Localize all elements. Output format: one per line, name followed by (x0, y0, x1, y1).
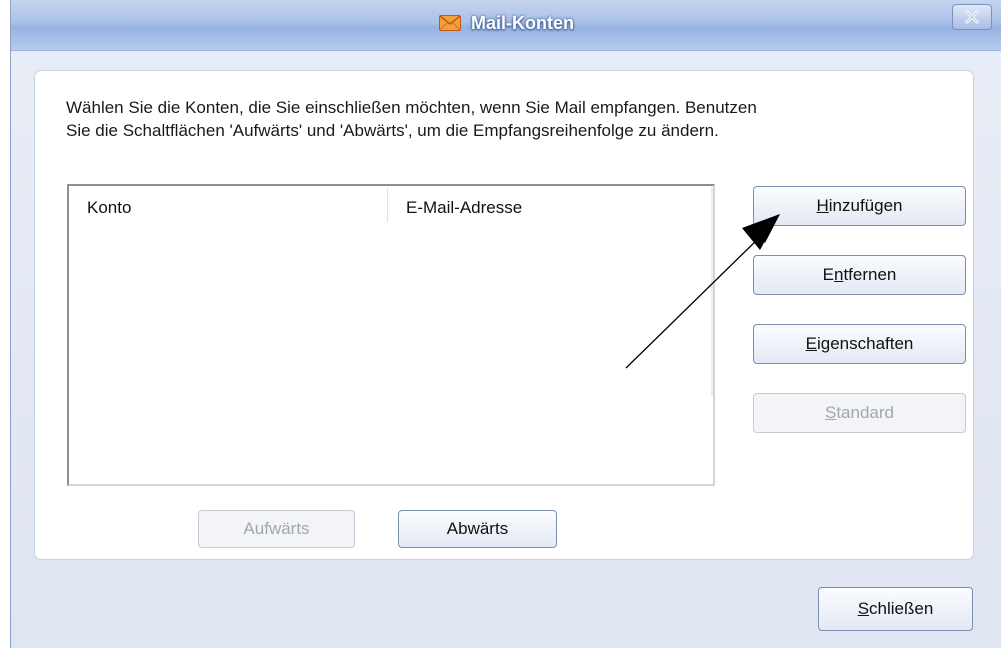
move-down-button-label: Abwärts (446, 519, 509, 538)
remove-button-label: Entfernen (822, 265, 897, 284)
add-button-label: Hinzufügen (816, 196, 903, 215)
accounts-list[interactable]: Konto E-Mail-Adresse (67, 184, 715, 486)
window-title-text: Mail-Konten (471, 13, 574, 33)
add-button[interactable]: Hinzufügen (753, 186, 966, 226)
move-up-button[interactable]: Aufwärts (198, 510, 355, 548)
close-icon (965, 10, 979, 24)
title-bar: Mail-Konten (11, 0, 1001, 51)
column-divider[interactable] (387, 188, 388, 222)
window-title: Mail-Konten (11, 13, 1001, 34)
remove-button[interactable]: Entfernen (753, 255, 966, 295)
instruction-line-2: Sie die Schaltflächen 'Aufwärts' und 'Ab… (66, 121, 719, 140)
instruction-line-1: Wählen Sie die Konten, die Sie einschlie… (66, 98, 757, 117)
move-up-button-label: Aufwärts (243, 519, 310, 538)
close-button-label: Schließen (857, 599, 934, 618)
content-panel: Wählen Sie die Konten, die Sie einschlie… (34, 70, 974, 560)
default-button[interactable]: Standard (753, 393, 966, 433)
default-button-label: Standard (824, 403, 894, 422)
properties-button[interactable]: Eigenschaften (753, 324, 966, 364)
column-header-email[interactable]: E-Mail-Adresse (406, 198, 522, 218)
close-window-button[interactable] (952, 4, 992, 30)
column-header-account[interactable]: Konto (87, 198, 131, 218)
properties-button-label: Eigenschaften (805, 334, 914, 353)
mail-envelope-icon (439, 15, 461, 31)
close-button[interactable]: Schließen (818, 587, 973, 631)
move-down-button[interactable]: Abwärts (398, 510, 557, 548)
instruction-text: Wählen Sie die Konten, die Sie einschlie… (66, 96, 966, 142)
list-edge (711, 186, 713, 396)
mail-accounts-dialog: Mail-Konten Wählen Sie die Konten, die S… (10, 0, 1001, 648)
list-header: Konto E-Mail-Adresse (69, 186, 713, 224)
